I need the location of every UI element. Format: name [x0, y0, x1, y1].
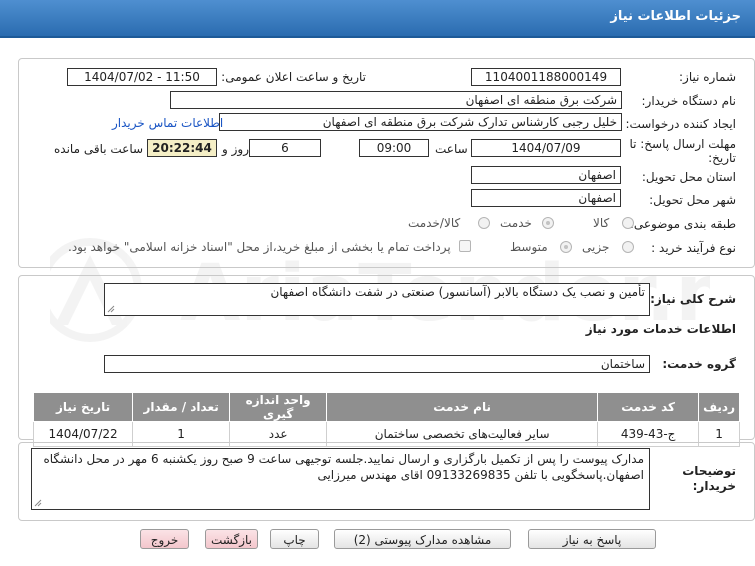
- city-field: اصفهان: [471, 189, 621, 207]
- service-group-field: ساختمان: [104, 355, 650, 373]
- service-group-label: گروه خدمت:: [662, 357, 736, 371]
- services-section-title: اطلاعات خدمات مورد نیاز: [585, 322, 736, 336]
- category-radio-service[interactable]: [542, 217, 554, 229]
- province-field: اصفهان: [471, 166, 621, 184]
- province-label: استان محل تحویل:: [641, 170, 736, 184]
- category-radio-goods[interactable]: [622, 217, 634, 229]
- col-unit: واحد اندازه گیری: [229, 392, 328, 422]
- buyer-notes-label-2: خریدار:: [692, 479, 736, 493]
- print-button[interactable]: چاپ: [270, 529, 319, 549]
- page-title: جزئیات اطلاعات نیاز: [610, 9, 741, 24]
- description-text: تأمین و نصب یک دستگاه بالابر (آسانسور) ص…: [270, 285, 645, 299]
- process-radio-medium[interactable]: [560, 241, 572, 253]
- reply-button[interactable]: پاسخ به نیاز: [528, 529, 656, 549]
- days-remaining-field: 6: [249, 139, 321, 157]
- services-table: ردیف کد خدمت نام خدمت واحد اندازه گیری ت…: [32, 392, 740, 447]
- col-qty: تعداد / مقدار: [132, 392, 231, 422]
- city-label: شهر محل تحویل:: [649, 193, 736, 207]
- need-number-field: 1104001188000149: [471, 68, 621, 86]
- buyer-notes-field: مدارک پیوست را پس از تکمیل بارگزاری و ار…: [31, 448, 650, 510]
- treasury-payment-note: پرداخت تمام یا بخشی از مبلغ خرید،از محل …: [68, 240, 451, 254]
- col-date: تاریخ نیاز: [32, 392, 134, 422]
- resize-grip-icon[interactable]: [107, 305, 115, 313]
- exit-button[interactable]: خروج: [140, 529, 189, 549]
- announce-date-label: تاریخ و ساعت اعلان عمومی:: [221, 70, 366, 84]
- process-radio-minor[interactable]: [622, 241, 634, 253]
- process-option-medium: متوسط: [510, 240, 548, 254]
- creator-field: خلیل رجبی کارشناس تدارک شرکت برق منطقه ا…: [219, 113, 622, 131]
- view-attachments-button[interactable]: مشاهده مدارک پیوستی (2): [334, 529, 511, 549]
- buyer-notes-text: مدارک پیوست را پس از تکمیل بارگزاری و ار…: [43, 452, 644, 482]
- buyer-notes-label: توضیحات: [682, 464, 736, 478]
- treasury-payment-checkbox[interactable]: [459, 240, 471, 252]
- need-info-panel: [18, 58, 755, 268]
- col-code: کد خدمت: [597, 392, 700, 422]
- deadline-date-field: 1404/07/09: [471, 139, 621, 157]
- col-name: نام خدمت: [326, 392, 599, 422]
- description-label: شرح کلی نیاز:: [650, 292, 736, 306]
- deadline-label: مهلت ارسال پاسخ: تا: [629, 137, 736, 151]
- category-radio-goods-service[interactable]: [478, 217, 490, 229]
- announce-date-field: 1404/07/02 - 11:50: [67, 68, 217, 86]
- days-label: روز و: [222, 142, 249, 156]
- category-label: طبقه بندی موضوعی:: [629, 217, 736, 231]
- services-table-header: ردیف کد خدمت نام خدمت واحد اندازه گیری ت…: [32, 392, 740, 422]
- buyer-org-label: نام دستگاه خریدار:: [641, 94, 737, 108]
- col-row: ردیف: [698, 392, 740, 422]
- process-option-minor: جزیی: [582, 240, 610, 254]
- deadline-time-label: ساعت: [435, 142, 468, 156]
- remaining-time-field: 20:22:44: [147, 139, 217, 157]
- process-type-label: نوع فرآیند خرید :: [651, 241, 736, 255]
- category-option-goods: کالا: [593, 216, 610, 230]
- category-option-service: خدمت: [500, 216, 532, 230]
- category-option-goods-service: کالا/خدمت: [408, 216, 461, 230]
- deadline-label-date: تاریخ:: [708, 151, 736, 165]
- deadline-time-field: 09:00: [359, 139, 429, 157]
- need-number-label: شماره نیاز:: [679, 70, 736, 84]
- remaining-time-label: ساعت باقی مانده: [54, 142, 144, 156]
- resize-grip-icon[interactable]: [34, 499, 42, 507]
- page-header: جزئیات اطلاعات نیاز: [0, 0, 755, 38]
- buyer-contact-link[interactable]: اطلاعات تماس خریدار: [112, 116, 223, 130]
- buyer-org-field: شرکت برق منطقه ای اصفهان: [170, 91, 622, 109]
- creator-label: ایجاد کننده درخواست:: [625, 117, 736, 131]
- back-button[interactable]: بازگشت: [205, 529, 258, 549]
- description-field: تأمین و نصب یک دستگاه بالابر (آسانسور) ص…: [104, 283, 650, 316]
